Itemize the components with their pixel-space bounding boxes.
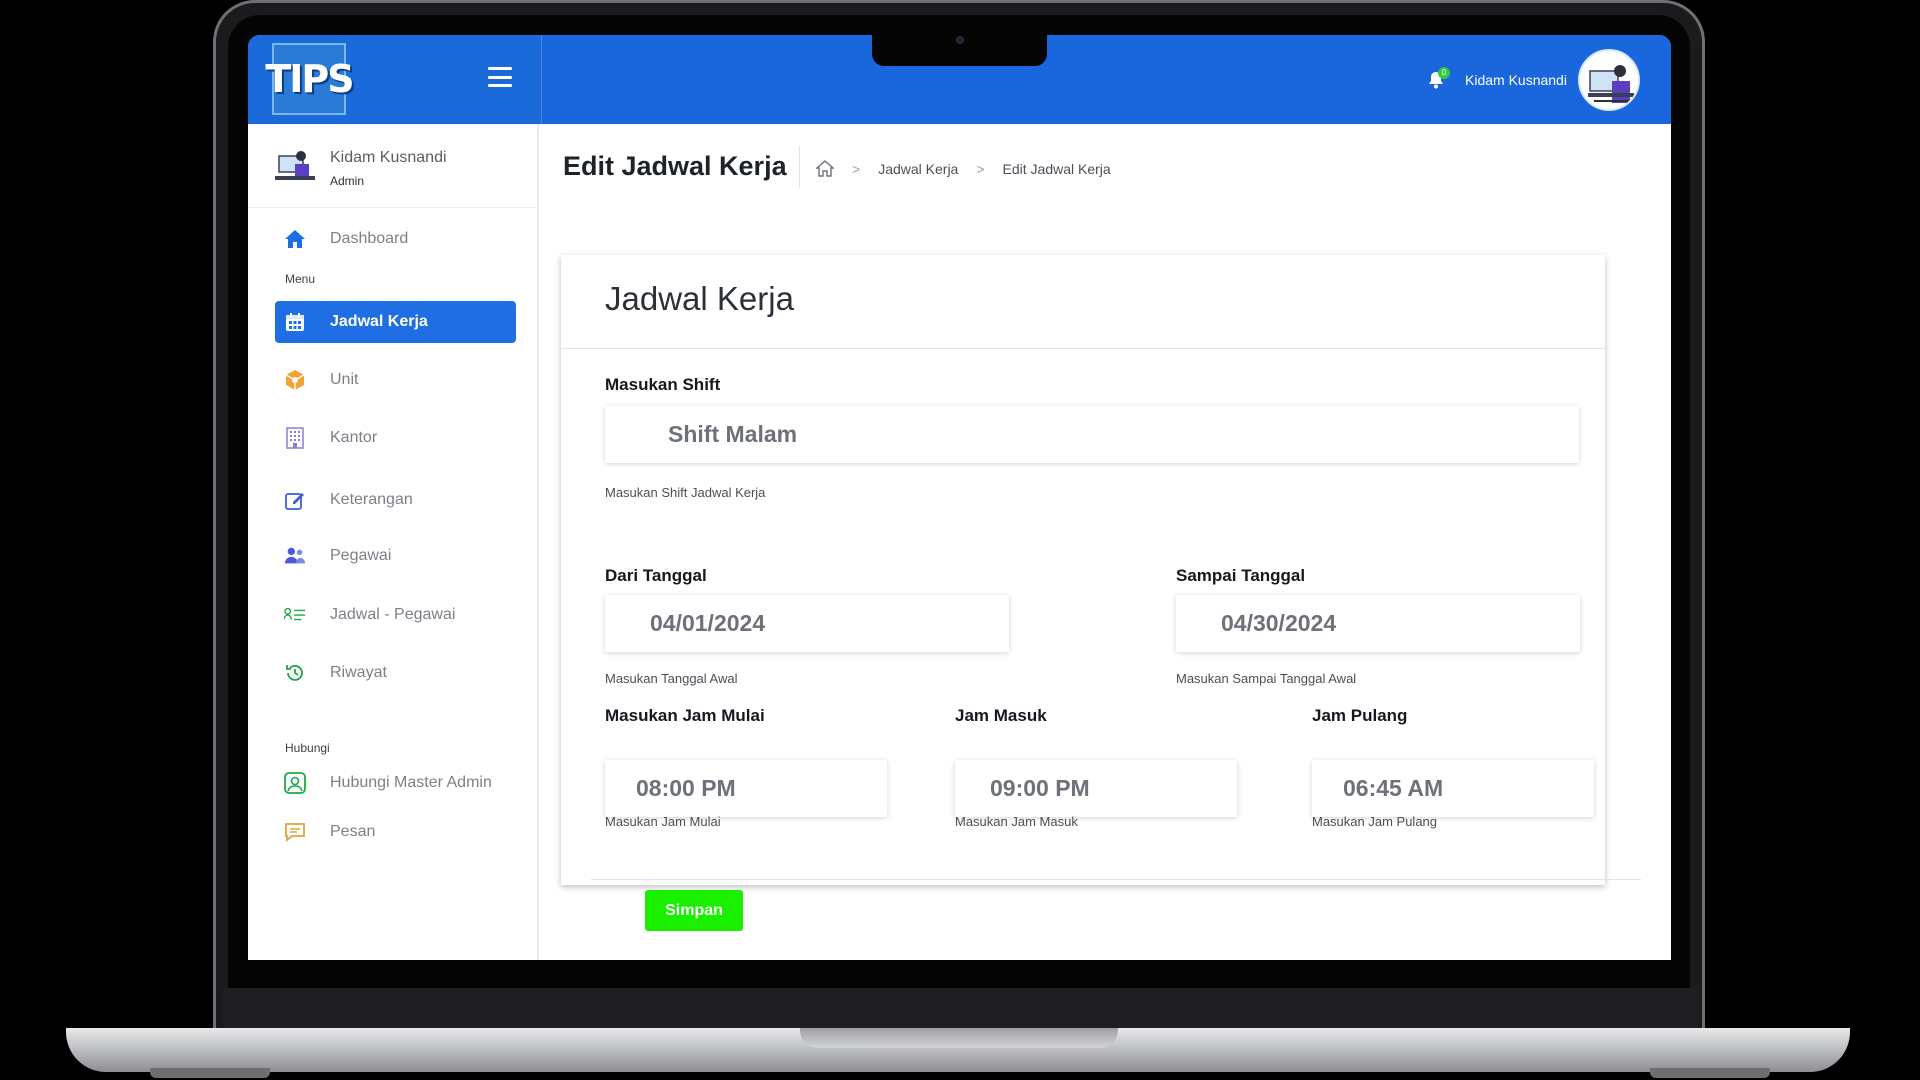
sidebar-item-label: Pesan: [330, 823, 376, 840]
building-icon: [284, 427, 306, 449]
start-date-input[interactable]: [605, 595, 1009, 652]
start-date-label: Dari Tanggal: [605, 566, 707, 585]
in-time-help: Masukan Jam Masuk: [955, 814, 1078, 829]
sidebar-item-label: Unit: [330, 371, 359, 388]
profile-name: Kidam Kusnandi: [330, 149, 447, 166]
sidebar-item-pegawai[interactable]: Pegawai: [275, 535, 516, 577]
shift-label: Masukan Shift: [605, 375, 721, 394]
message-icon: [284, 821, 306, 843]
breadcrumb-item-current: Edit Jadwal Kerja: [1002, 160, 1111, 177]
avatar[interactable]: [1578, 49, 1640, 111]
sidebar-profile: Kidam Kusnandi Admin: [248, 124, 539, 208]
save-button[interactable]: Simpan: [645, 890, 743, 931]
sidebar-item-label: Jadwal - Pegawai: [330, 606, 456, 623]
out-time-label: Jam Pulang: [1312, 706, 1408, 725]
profile-role: Admin: [330, 174, 365, 188]
sidebar-item-label: Jadwal Kerja: [330, 313, 428, 330]
top-user-name[interactable]: Kidam Kusnandi: [1465, 72, 1567, 88]
card-divider: [561, 348, 1605, 349]
sidebar-item-unit[interactable]: Unit: [275, 359, 516, 401]
breadcrumb-item-jadwal-kerja[interactable]: Jadwal Kerja: [878, 161, 958, 177]
form-card: Jadwal Kerja Masukan Shift Masukan Shift…: [561, 255, 1605, 885]
form-footer-divider: [591, 879, 1641, 880]
sidebar-item-label: Riwayat: [330, 664, 387, 681]
calendar-icon: [284, 311, 306, 333]
home-icon: [284, 228, 306, 250]
sidebar-item-kantor[interactable]: Kantor: [275, 417, 516, 459]
logo-text: TIPS: [265, 57, 354, 101]
breadcrumb: > Jadwal Kerja > Edit Jadwal Kerja: [816, 160, 1111, 177]
sidebar-item-label: Hubungi Master Admin: [330, 774, 492, 791]
laptop-foot: [150, 1068, 270, 1078]
brand-area: TIPS: [248, 35, 542, 124]
start-date-help: Masukan Tanggal Awal: [605, 671, 738, 686]
edit-icon: [284, 489, 306, 511]
section-label-menu: Menu: [285, 272, 316, 286]
avatar: [275, 151, 315, 180]
end-date-help: Masukan Sampai Tanggal Awal: [1176, 671, 1357, 686]
cube-icon: [284, 369, 306, 391]
end-date-input[interactable]: [1176, 595, 1580, 652]
sidebar-item-dashboard[interactable]: Dashboard: [275, 218, 516, 260]
start-time-help: Masukan Jam Mulai: [605, 814, 721, 829]
notification-badge: 0: [1438, 67, 1450, 79]
in-time-input[interactable]: [955, 760, 1237, 817]
sidebar-item-keterangan[interactable]: Keterangan: [275, 479, 516, 521]
start-time-label: Masukan Jam Mulai: [605, 706, 765, 725]
home-icon[interactable]: [816, 160, 834, 177]
page-title: Edit Jadwal Kerja: [563, 151, 787, 181]
sidebar-item-label: Keterangan: [330, 491, 413, 508]
contact-list-icon: [284, 604, 306, 626]
sidebar-item-jadwal-pegawai[interactable]: Jadwal - Pegawai: [275, 594, 516, 636]
shift-help: Masukan Shift Jadwal Kerja: [605, 485, 766, 500]
out-time-input[interactable]: [1312, 760, 1594, 817]
breadcrumb-separator: >: [976, 160, 985, 177]
history-icon: [284, 662, 306, 684]
breadcrumb-separator: >: [852, 160, 861, 177]
contact-icon: [284, 772, 306, 794]
app-screen: TIPS 0 Kidam Kusnandi Kidam Kusnandi Adm…: [248, 35, 1671, 960]
shift-input[interactable]: [605, 406, 1579, 463]
start-time-input[interactable]: [605, 760, 887, 817]
camera-notch: [872, 34, 1047, 66]
camera-icon: [956, 36, 964, 44]
sidebar-item-label: Dashboard: [330, 230, 409, 247]
sidebar: Kidam Kusnandi Admin Dashboard Menu Jadw…: [248, 124, 539, 960]
page-header: Edit Jadwal Kerja > Jadwal Kerja > Edit …: [541, 124, 1671, 204]
sidebar-item-label: Pegawai: [330, 547, 392, 564]
sidebar-item-pesan[interactable]: Pesan: [275, 811, 516, 853]
header-divider: [799, 146, 800, 188]
sidebar-item-label: Kantor: [330, 429, 378, 446]
section-label-hubungi: Hubungi: [285, 741, 330, 755]
app-logo[interactable]: TIPS: [265, 43, 355, 115]
end-date-label: Sampai Tanggal: [1176, 566, 1306, 585]
sidebar-item-riwayat[interactable]: Riwayat: [275, 652, 516, 694]
menu-toggle-icon[interactable]: [488, 67, 512, 87]
laptop-base-notch: [800, 1028, 1118, 1048]
laptop-foot: [1650, 1068, 1770, 1078]
card-title: Jadwal Kerja: [605, 280, 794, 317]
out-time-help: Masukan Jam Pulang: [1312, 814, 1438, 829]
in-time-label: Jam Masuk: [955, 706, 1047, 725]
sidebar-item-hubungi-master-admin[interactable]: Hubungi Master Admin: [275, 762, 516, 804]
users-icon: [284, 545, 306, 567]
sidebar-item-jadwal-kerja[interactable]: Jadwal Kerja: [275, 301, 516, 343]
laptop-chin: [223, 988, 1698, 1030]
